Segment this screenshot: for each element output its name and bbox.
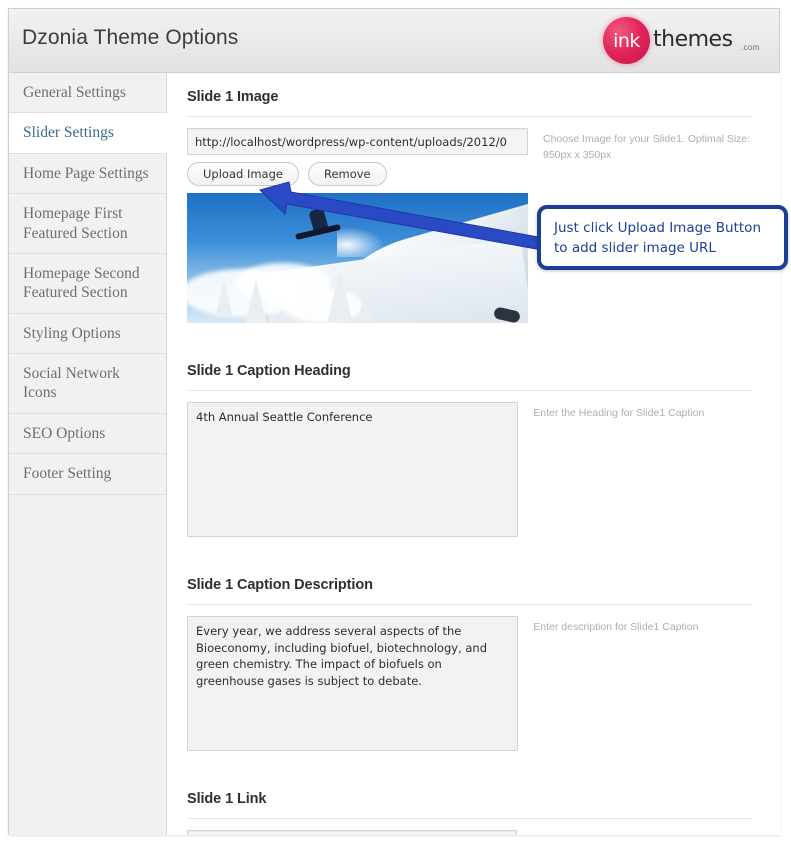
remove-image-button[interactable]: Remove bbox=[307, 162, 387, 186]
snowy-tree-shape bbox=[245, 279, 267, 323]
sidebar-item-general-settings[interactable]: General Settings bbox=[9, 73, 166, 114]
sidebar-item-slider-settings[interactable]: Slider Settings bbox=[9, 113, 167, 154]
theme-options-page: Dzonia Theme Options ink themes .com Gen… bbox=[0, 0, 791, 843]
upload-image-button[interactable]: Upload Image bbox=[187, 162, 299, 186]
callout-tooltip: Just click Upload Image Button to add sl… bbox=[537, 205, 788, 270]
inkthemes-logo[interactable]: ink themes .com bbox=[601, 15, 771, 67]
section-slide-1-link: Slide 1 Link Enter the Link URL for Slid… bbox=[187, 775, 768, 835]
panel-body: General Settings Slider Settings Home Pa… bbox=[9, 73, 780, 835]
slide-1-caption-heading-input[interactable] bbox=[187, 402, 519, 537]
slide-1-caption-description-field-row: Enter description for Slide1 Caption bbox=[187, 616, 768, 751]
slide-1-image-preview[interactable] bbox=[187, 193, 528, 323]
divider bbox=[187, 390, 752, 391]
slide-1-caption-description-input[interactable] bbox=[187, 616, 519, 751]
main-content: Slide 1 Image Upload Image Remove bbox=[168, 73, 780, 835]
sidebar-nav: General Settings Slider Settings Home Pa… bbox=[9, 73, 167, 795]
slide-1-caption-heading-field-row: Enter the Heading for Slide1 Caption bbox=[187, 402, 768, 537]
slide-1-image-buttons: Upload Image Remove bbox=[187, 162, 528, 186]
section-title-slide-1-image: Slide 1 Image bbox=[187, 89, 279, 105]
sidebar-filler bbox=[9, 494, 166, 795]
section-title-slide-1-caption-heading: Slide 1 Caption Heading bbox=[187, 363, 351, 379]
sidebar-item-footer-setting[interactable]: Footer Setting bbox=[9, 454, 166, 495]
snowboarder-arm-shape bbox=[323, 198, 336, 210]
slide-1-link-help-text: Enter the Link URL for Slide 1 bbox=[532, 830, 768, 835]
slide-1-image-help-text: Choose Image for your Slide1. Optimal Si… bbox=[543, 133, 751, 161]
sidebar-item-social-network-icons[interactable]: Social Network Icons bbox=[9, 354, 166, 414]
slide-1-link-field-row: Enter the Link URL for Slide 1 bbox=[187, 830, 768, 835]
section-slide-1-caption-heading: Slide 1 Caption Heading Enter the Headin… bbox=[187, 347, 768, 537]
options-panel: Dzonia Theme Options ink themes .com Gen… bbox=[8, 8, 780, 835]
logo-ink-text: ink bbox=[613, 29, 640, 52]
logo-themes-text: themes bbox=[653, 27, 733, 52]
callout-line-2: to add slider image URL bbox=[554, 240, 716, 257]
slide-1-image-url-input[interactable] bbox=[187, 128, 528, 155]
divider bbox=[187, 116, 752, 117]
section-title-slide-1-caption-description: Slide 1 Caption Description bbox=[187, 577, 373, 593]
slide-1-link-input[interactable] bbox=[187, 830, 517, 835]
sidebar-item-home-page-settings[interactable]: Home Page Settings bbox=[9, 153, 166, 195]
divider bbox=[187, 818, 752, 819]
slide-1-caption-description-help-text: Enter description for Slide1 Caption bbox=[533, 621, 699, 633]
snowy-tree-shape bbox=[215, 279, 233, 317]
page-title: Dzonia Theme Options bbox=[22, 26, 239, 49]
divider bbox=[187, 604, 752, 605]
snowy-tree-shape bbox=[327, 269, 353, 323]
sidebar-item-styling-options[interactable]: Styling Options bbox=[9, 313, 166, 354]
sidebar-item-homepage-first-featured-section[interactable]: Homepage First Featured Section bbox=[9, 194, 166, 254]
slide-1-caption-heading-help-text: Enter the Heading for Slide1 Caption bbox=[533, 407, 705, 419]
page-header: Dzonia Theme Options ink themes .com bbox=[9, 9, 779, 73]
section-slide-1-image: Slide 1 Image Upload Image Remove bbox=[187, 73, 768, 323]
section-slide-1-caption-description: Slide 1 Caption Description Enter descri… bbox=[187, 561, 768, 751]
section-title-slide-1-link: Slide 1 Link bbox=[187, 791, 267, 807]
sidebar-item-seo-options[interactable]: SEO Options bbox=[9, 413, 166, 455]
snow-spray-shape bbox=[337, 227, 385, 257]
sidebar-item-homepage-second-featured-section[interactable]: Homepage Second Featured Section bbox=[9, 253, 166, 314]
logo-tld-text: .com bbox=[741, 43, 760, 52]
callout-line-1: Just click Upload Image Button bbox=[554, 220, 761, 236]
snowy-tree-shape bbox=[358, 287, 374, 321]
sidebar: General Settings Slider Settings Home Pa… bbox=[9, 73, 167, 835]
